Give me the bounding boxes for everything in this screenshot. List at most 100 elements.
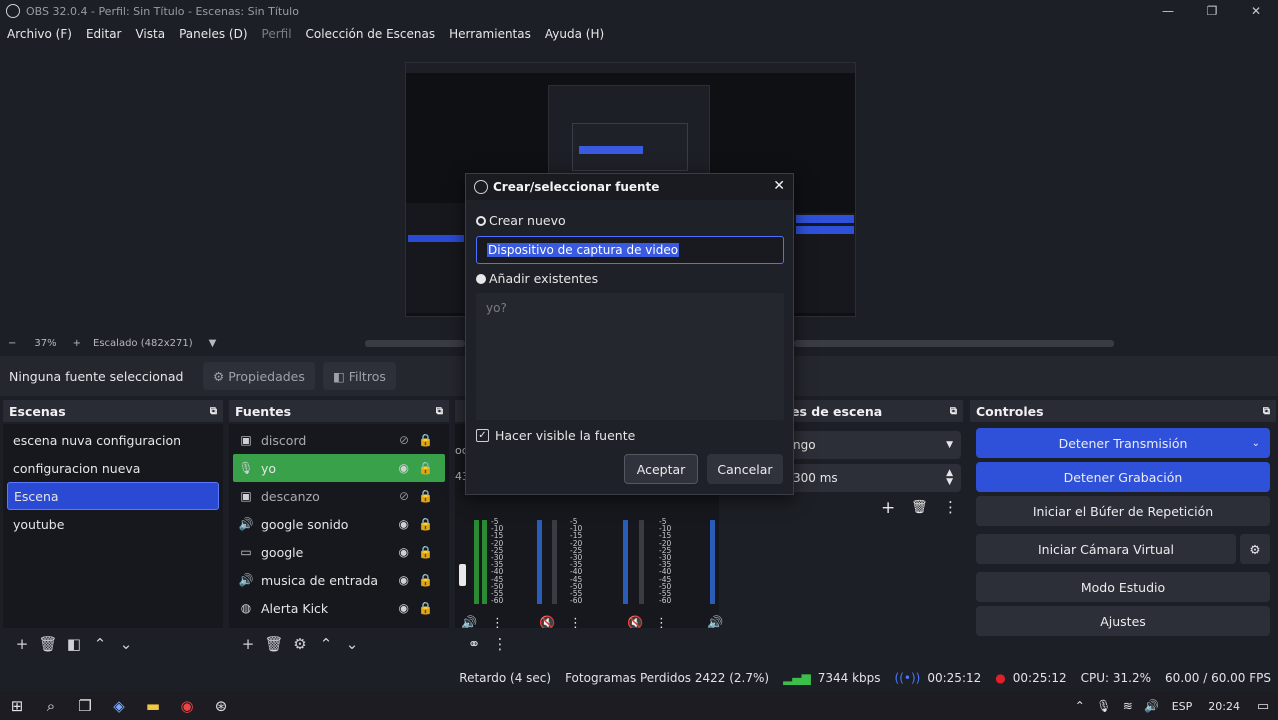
obs-taskbar-icon[interactable]: ⊛ <box>204 692 238 720</box>
notifications-icon[interactable]: ▭ <box>1248 692 1278 720</box>
virtual-camera-button[interactable]: Iniciar Cámara Virtual <box>976 534 1236 564</box>
eye-icon[interactable]: ◉ <box>399 517 409 531</box>
replay-buffer-button[interactable]: Iniciar el Búfer de Repetición <box>976 496 1270 526</box>
source-item[interactable]: ◍ Alerta Kick ◉ 🔒 <box>229 594 449 622</box>
undock-icon[interactable]: ⧉ <box>210 406 217 417</box>
stop-recording-button[interactable]: Detener Grabación <box>976 462 1270 492</box>
menu-herramientas[interactable]: Herramientas <box>449 27 531 41</box>
chrome-icon[interactable]: ◉ <box>170 692 204 720</box>
file-explorer-icon[interactable]: ▬ <box>136 692 170 720</box>
cancel-button[interactable]: Cancelar <box>707 454 783 484</box>
close-window-button[interactable]: ✕ <box>1234 0 1278 22</box>
radio-add-existing[interactable] <box>476 273 486 284</box>
settings-button[interactable]: Ajustes <box>976 606 1270 636</box>
lock-icon[interactable]: 🔒 <box>418 517 433 531</box>
volume-slider-handle[interactable] <box>459 564 466 586</box>
create-new-option[interactable]: Crear nuevo <box>476 213 566 228</box>
chevron-down-icon[interactable]: ⌄ <box>1252 438 1260 449</box>
hidden-eye-icon[interactable]: ⊘ <box>399 433 409 447</box>
add-icon[interactable]: + <box>9 632 35 656</box>
add-existing-option[interactable]: Añadir existentes <box>476 271 598 286</box>
minimize-button[interactable]: — <box>1146 0 1190 22</box>
menu-coleccion[interactable]: Colección de Escenas <box>306 27 436 41</box>
undock-icon[interactable]: ⧉ <box>1263 406 1270 417</box>
accept-button[interactable]: Aceptar <box>624 454 698 484</box>
preview-scrollbar-left[interactable] <box>365 340 465 347</box>
checkbox-checked-icon[interactable]: ✓ <box>476 429 489 442</box>
undock-icon[interactable]: ⧉ <box>436 406 443 417</box>
source-item[interactable]: 🔊 musica de entrada ◉ 🔒 <box>229 566 449 594</box>
zoom-in-button[interactable]: + <box>73 338 81 349</box>
more-options-icon[interactable]: ⋮ <box>943 498 958 516</box>
clock[interactable]: 20:24 <box>1208 700 1240 713</box>
language-indicator[interactable]: ESP <box>1172 700 1193 713</box>
menu-perfil[interactable]: Perfil <box>262 27 292 41</box>
lock-icon[interactable]: 🔒 <box>418 573 433 587</box>
link-icon[interactable]: ⚭ <box>461 632 487 656</box>
source-item[interactable]: ▣ discord ⊘ 🔒 <box>229 426 449 454</box>
chevron-up-icon[interactable]: ⌃ <box>1068 692 1092 720</box>
source-item[interactable]: ▣ descanzo ⊘ 🔒 <box>229 482 449 510</box>
eye-icon[interactable]: ◉ <box>399 461 409 475</box>
move-up-icon[interactable]: ⌃ <box>87 632 113 656</box>
wifi-icon[interactable]: ≋ <box>1116 692 1140 720</box>
maximize-button[interactable]: ❐ <box>1190 0 1234 22</box>
move-down-icon[interactable]: ⌄ <box>113 632 139 656</box>
menu-vista[interactable]: Vista <box>135 27 165 41</box>
lock-icon[interactable]: 🔒 <box>418 433 433 447</box>
eye-icon[interactable]: ◉ <box>399 573 409 587</box>
menu-archivo[interactable]: Archivo (F) <box>7 27 72 41</box>
lock-icon[interactable]: 🔒 <box>418 461 433 475</box>
menu-paneles[interactable]: Paneles (D) <box>179 27 247 41</box>
stop-streaming-button[interactable]: Detener Transmisión ⌄ <box>976 428 1270 458</box>
copilot-icon[interactable]: ◈ <box>102 692 136 720</box>
gear-icon[interactable]: ⚙ <box>287 632 313 656</box>
scene-item[interactable]: escena nuva configuracion <box>3 426 223 454</box>
close-icon[interactable]: ✕ <box>773 178 785 194</box>
source-item[interactable]: 🔊 google sonido ◉ 🔒 <box>229 510 449 538</box>
volume-icon[interactable]: 🔊 <box>1140 692 1164 720</box>
studio-mode-button[interactable]: Modo Estudio <box>976 572 1270 602</box>
gear-icon[interactable]: ⚙ <box>1240 534 1270 564</box>
make-visible-checkbox-row[interactable]: ✓ Hacer visible la fuente <box>476 428 635 443</box>
menu-editar[interactable]: Editar <box>86 27 122 41</box>
lock-icon[interactable]: 🔒 <box>418 489 433 503</box>
filters-button[interactable]: ◧ Filtros <box>322 362 396 390</box>
radio-create-new[interactable] <box>476 215 486 226</box>
source-item[interactable]: ▭ google ◉ 🔒 <box>229 538 449 566</box>
undock-icon[interactable]: ⧉ <box>950 406 957 417</box>
properties-button[interactable]: ⚙ Propiedades <box>203 362 315 390</box>
eye-icon[interactable]: ◉ <box>399 601 409 615</box>
scene-filters-icon[interactable]: ◧ <box>61 632 87 656</box>
trash-icon[interactable]: 🗑 <box>911 500 928 515</box>
move-down-icon[interactable]: ⌄ <box>339 632 365 656</box>
hidden-eye-icon[interactable]: ⊘ <box>399 489 409 503</box>
windows-start-icon[interactable]: ⊞ <box>0 692 34 720</box>
add-icon[interactable]: + <box>881 498 895 518</box>
existing-sources-list[interactable]: yo? <box>476 293 784 420</box>
scene-item-selected[interactable]: Escena <box>7 482 219 510</box>
move-up-icon[interactable]: ⌃ <box>313 632 339 656</box>
menu-ayuda[interactable]: Ayuda (H) <box>545 27 604 41</box>
transition-select[interactable]: ngo ▼ <box>789 431 961 459</box>
scale-dropdown-icon[interactable]: ▼ <box>209 338 217 349</box>
scene-item[interactable]: youtube <box>3 510 223 538</box>
mic-icon[interactable]: 🎙 <box>1092 692 1116 720</box>
eye-icon[interactable]: ◉ <box>399 545 409 559</box>
source-name-input[interactable]: Dispositivo de captura de video <box>476 236 784 264</box>
trash-icon[interactable]: 🗑 <box>35 632 61 656</box>
preview-scrollbar-right[interactable] <box>794 340 1114 347</box>
task-view-icon[interactable]: ❐ <box>68 692 102 720</box>
zoom-out-button[interactable]: − <box>8 338 16 349</box>
source-item-selected[interactable]: 🎙 yo ◉ 🔒 <box>233 454 445 482</box>
lock-icon[interactable]: 🔒 <box>418 545 433 559</box>
stepper-arrows-icon[interactable]: ▲ ▼ <box>946 469 953 487</box>
add-icon[interactable]: + <box>235 632 261 656</box>
duration-spinbox[interactable]: 300 ms ▲ ▼ <box>789 464 961 492</box>
more-options-icon[interactable]: ⋮ <box>487 632 513 656</box>
lock-icon[interactable]: 🔒 <box>418 601 433 615</box>
list-item[interactable]: yo? <box>486 301 774 315</box>
search-icon[interactable]: ⌕ <box>34 692 68 720</box>
scene-item[interactable]: configuracion nueva <box>3 454 223 482</box>
trash-icon[interactable]: 🗑 <box>261 632 287 656</box>
